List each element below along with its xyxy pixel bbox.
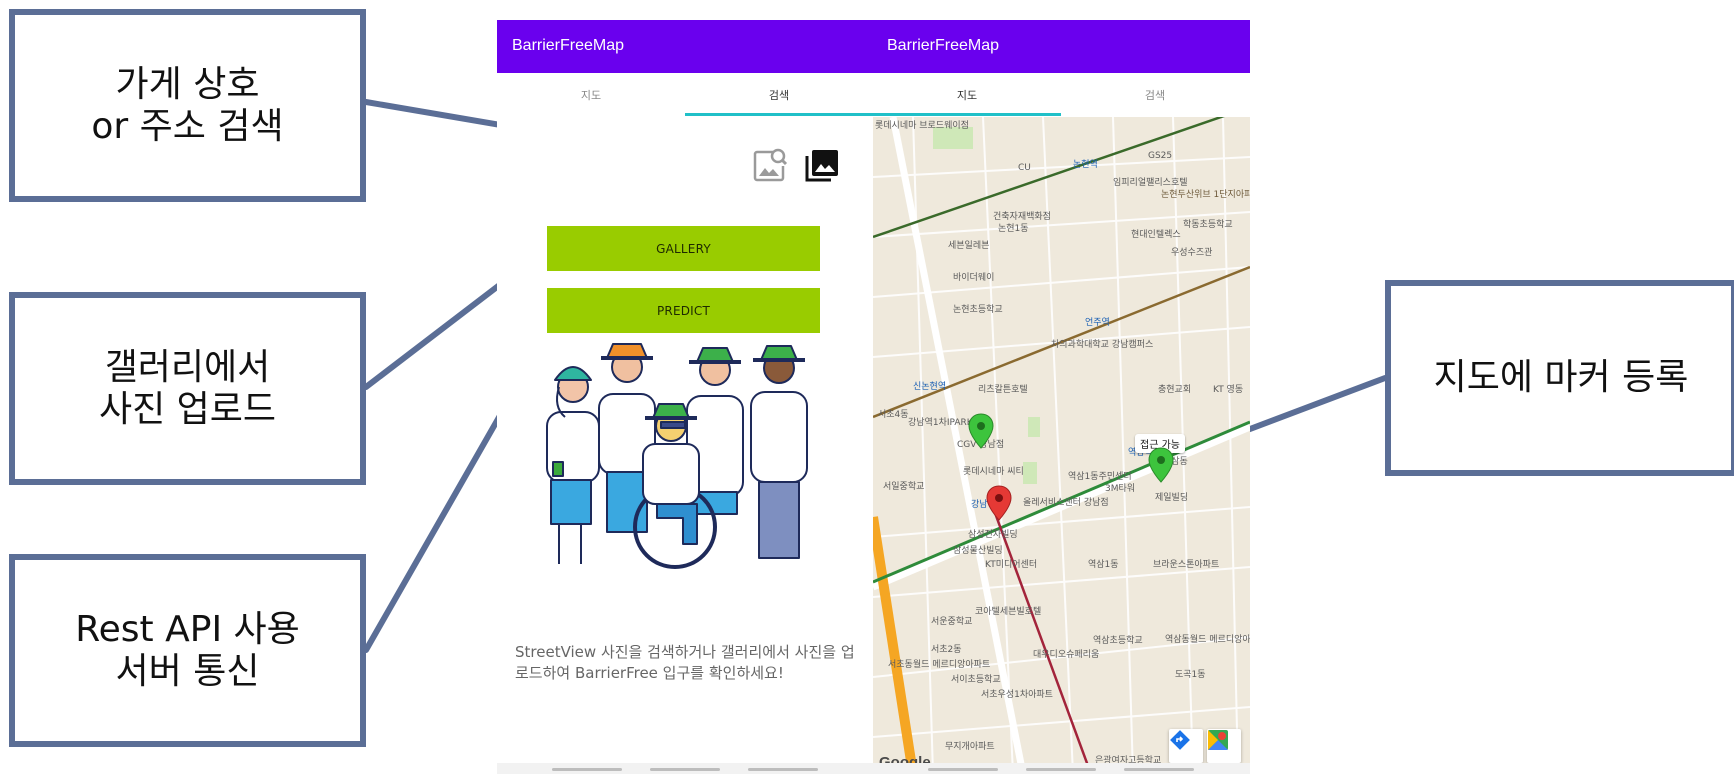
- app-title-right: BarrierFreeMap: [887, 37, 1000, 54]
- map-label: 역삼동월드 메르디앙아파트: [1165, 635, 1250, 645]
- map-view[interactable]: 롯데시네마 브로드웨이점 GS25 CU 논현역 임피리얼팰리스호텔 논현두산위…: [873, 117, 1250, 774]
- directions-icon[interactable]: [1169, 729, 1203, 763]
- map-label: 서일중학교: [883, 482, 925, 492]
- map-label: 차의과학대학교 강남캠퍼스: [1051, 340, 1154, 350]
- map-label: 롯데시네마 브로드웨이점: [875, 121, 969, 131]
- map-label: 무지개아파트: [945, 742, 995, 752]
- gallery-button[interactable]: GALLERY: [547, 226, 820, 271]
- description-text: StreetView 사진을 검색하거나 갤러리에서 사진을 업로드하여 Bar…: [515, 643, 855, 682]
- callout-marker-line1: 지도에 마커 등록: [1433, 357, 1689, 399]
- tab-search-right[interactable]: 검색: [1061, 73, 1249, 117]
- map-label: 올레서비스센터 강남점: [1023, 498, 1109, 508]
- map-label: 대우디오슈페리움: [1033, 650, 1100, 660]
- nav-pill: [1026, 768, 1096, 771]
- map-label: 현대인텔렉스: [1131, 230, 1181, 240]
- callout-api-line1: Rest API 사용: [75, 609, 300, 651]
- map-label: 3M타워: [1105, 484, 1136, 494]
- google-maps-icon[interactable]: [1207, 729, 1241, 763]
- map-label: 롯데시네마 씨티: [963, 467, 1024, 477]
- map-label: 코아텔세븐빌호텔: [975, 607, 1042, 617]
- map-label: 서초동월드 메르디앙아파트: [888, 660, 991, 670]
- map-label: 제일빌딩: [1155, 493, 1189, 503]
- callout-gallery-line1: 갤러리에서: [104, 347, 271, 389]
- map-label: 학동초등학교: [1183, 220, 1233, 230]
- nav-pill: [552, 768, 622, 771]
- map-label: 서초4동: [878, 410, 909, 420]
- callout-api-line2: 서버 통신: [115, 650, 260, 692]
- callout-search-line2: or 주소 검색: [91, 105, 284, 147]
- map-label: 서이초등학교: [951, 675, 1001, 685]
- map-label: 브라운스톤아파트: [1153, 560, 1220, 570]
- map-label: KT 영동: [1213, 385, 1244, 395]
- photo-library-icon[interactable]: [802, 145, 842, 185]
- map-label: 세븐일레븐: [948, 241, 990, 251]
- map-label: 충현교회: [1158, 385, 1192, 395]
- tab-indicator-right: [873, 113, 1061, 116]
- accessibility-people-illustration: [546, 343, 808, 569]
- image-search-icon[interactable]: [750, 145, 790, 185]
- app-bar: BarrierFreeMap BarrierFreeMap: [497, 20, 1250, 73]
- search-pane: GALLERY PREDICT StreetView 사진을 검색하거나 갤러리…: [497, 117, 873, 774]
- map-label: 역삼1동: [1088, 560, 1119, 570]
- callout-search-line1: 가게 상호: [115, 64, 260, 106]
- map-label: 우성수즈관: [1171, 248, 1213, 258]
- map-label: 리츠칼튼호텔: [978, 385, 1028, 395]
- system-nav-bar: [497, 763, 1250, 774]
- map-label: KT미디어센터: [985, 560, 1038, 570]
- tab-bar: 지도 검색 지도 검색: [497, 73, 1250, 117]
- map-label: 논현두산위브 1단지아파트: [1161, 190, 1250, 200]
- callout-gallery: 갤러리에서 사진 업로드: [9, 292, 366, 485]
- map-label: 논현초등학교: [953, 305, 1003, 315]
- map-label: 삼성전자빌딩: [968, 530, 1018, 540]
- map-label: 서운중학교: [931, 617, 973, 627]
- map-station-label: 언주역: [1085, 318, 1110, 328]
- map-label: CU: [1018, 163, 1031, 173]
- green-marker-icon[interactable]: [1148, 447, 1174, 483]
- app-title-left: BarrierFreeMap: [512, 37, 625, 54]
- nav-pill: [928, 768, 998, 771]
- callout-gallery-line2: 사진 업로드: [98, 388, 277, 430]
- nav-pill: [650, 768, 720, 771]
- map-label: 삼성물산빌딩: [953, 546, 1003, 556]
- map-label: 역삼초등학교: [1093, 636, 1143, 646]
- map-label: 서초2동: [931, 645, 962, 655]
- map-station-label: 논현역: [1073, 160, 1098, 170]
- map-label: 서초우성1차아파트: [981, 690, 1053, 700]
- callout-search: 가게 상호 or 주소 검색: [9, 9, 366, 202]
- map-label: GS25: [1148, 151, 1173, 161]
- red-marker-icon[interactable]: [986, 485, 1012, 521]
- nav-pill: [1124, 768, 1194, 771]
- callout-api: Rest API 사용 서버 통신: [9, 554, 366, 747]
- tab-map-right[interactable]: 지도: [873, 73, 1061, 117]
- map-label: 도곡1동: [1175, 670, 1206, 680]
- map-label: 강남역1차IPARK: [908, 418, 973, 428]
- callout-marker: 지도에 마커 등록: [1385, 280, 1734, 476]
- tab-indicator-left: [685, 113, 873, 116]
- map-label: 바이더웨이: [953, 273, 995, 283]
- predict-button[interactable]: PREDICT: [547, 288, 820, 333]
- nav-pill: [748, 768, 818, 771]
- tab-search-left[interactable]: 검색: [685, 73, 873, 117]
- map-label: 논현1동: [998, 224, 1029, 234]
- tab-map-left[interactable]: 지도: [497, 73, 685, 117]
- map-station-label: 신논현역: [913, 382, 947, 392]
- app-window: BarrierFreeMap BarrierFreeMap 지도 검색 지도 검…: [497, 20, 1250, 774]
- green-marker-icon[interactable]: [968, 413, 994, 449]
